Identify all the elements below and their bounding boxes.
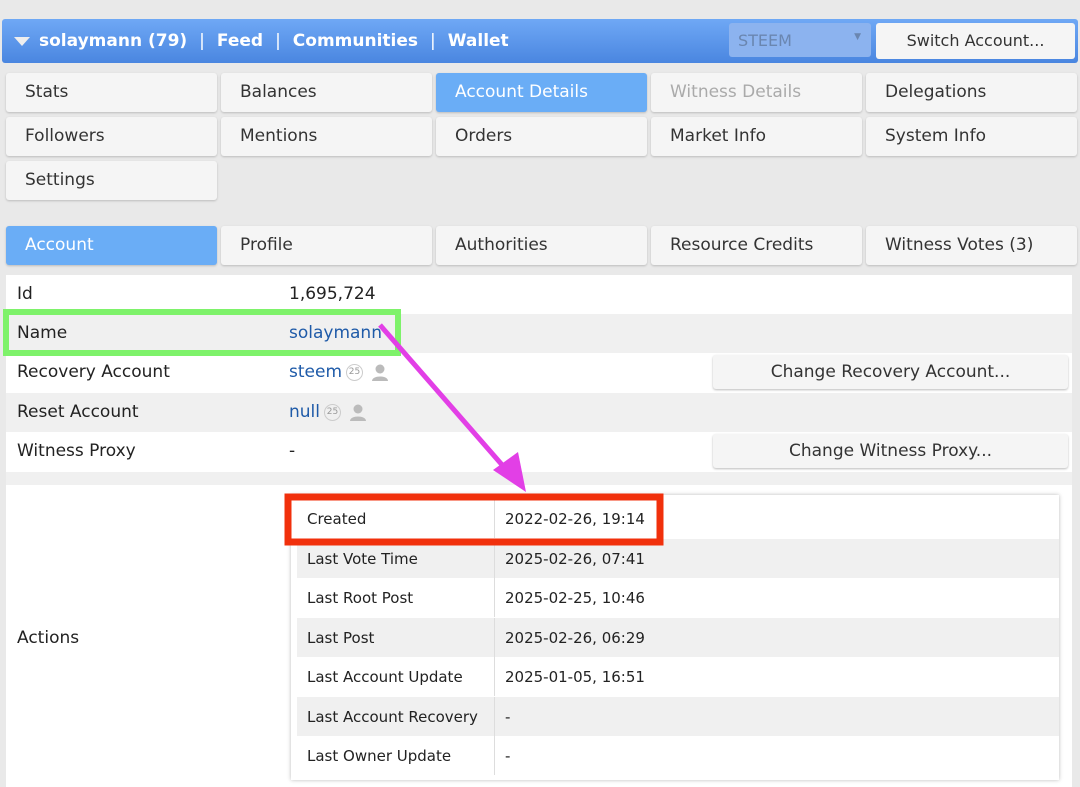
divider bbox=[494, 696, 495, 736]
nav-market-info[interactable]: Market Info bbox=[651, 117, 862, 156]
action-label: Last Post bbox=[307, 628, 375, 647]
user-icon bbox=[350, 404, 366, 421]
top-bar: solaymann (79) | Feed | Communities | Walle… bbox=[2, 19, 1078, 63]
action-value: 2025-02-25, 10:46 bbox=[505, 589, 645, 607]
nav-balances[interactable]: Balances bbox=[221, 73, 432, 112]
reset-account-link[interactable]: null bbox=[289, 402, 320, 422]
account-details-table: Id 1,695,724 Name solaymann Recovery Accou… bbox=[6, 275, 1072, 787]
nav-account-details[interactable]: Account Details bbox=[436, 73, 647, 112]
actions-row: Last Account Update 2025-01-05, 16:51 bbox=[297, 657, 1059, 696]
action-label: Last Vote Time bbox=[307, 549, 418, 568]
action-value: - bbox=[505, 707, 511, 726]
action-value: 2025-02-26, 06:29 bbox=[505, 628, 645, 647]
actions-row: Created 2022-02-26, 19:14 bbox=[297, 499, 1059, 538]
communities-link[interactable]: Communities bbox=[293, 31, 418, 51]
nav-followers[interactable]: Followers bbox=[6, 117, 217, 156]
account-link[interactable]: solaymann (79) bbox=[39, 31, 187, 51]
action-value: 2025-01-05, 16:51 bbox=[505, 668, 645, 686]
actions-row: Last Root Post 2025-02-25, 10:46 bbox=[297, 578, 1059, 617]
chevron-down-icon: ▼ bbox=[854, 32, 861, 42]
nav-delegations[interactable]: Delegations bbox=[866, 73, 1077, 112]
label: Witness Proxy bbox=[17, 441, 136, 461]
switch-account-button[interactable]: Switch Account... bbox=[876, 23, 1075, 59]
feed-link[interactable]: Feed bbox=[217, 31, 263, 51]
actions-table: Created 2022-02-26, 19:14 Last Vote Time 20… bbox=[291, 495, 1059, 780]
value: - bbox=[289, 441, 296, 461]
label: Reset Account bbox=[17, 402, 139, 422]
divider bbox=[494, 617, 495, 657]
wallet-link[interactable]: Wallet bbox=[448, 31, 509, 51]
label: Actions bbox=[17, 628, 80, 648]
change-recovery-account-button[interactable]: Change Recovery Account... bbox=[713, 355, 1068, 389]
action-value: 2022-02-26, 19:14 bbox=[505, 510, 645, 528]
row-recovery: Recovery Account steem 25 Change Recovery… bbox=[6, 353, 1072, 393]
row-name: Name solaymann bbox=[6, 314, 1072, 353]
tab-profile[interactable]: Profile bbox=[221, 226, 432, 265]
actions-row: Last Post 2025-02-26, 06:29 bbox=[297, 617, 1059, 657]
action-label: Created bbox=[307, 510, 367, 528]
nav-system-info[interactable]: System Info bbox=[866, 117, 1077, 156]
label: Id bbox=[17, 284, 33, 304]
nav-stats[interactable]: Stats bbox=[6, 73, 217, 112]
label: Recovery Account bbox=[17, 362, 170, 382]
nav-mentions[interactable]: Mentions bbox=[221, 117, 432, 156]
row-id: Id 1,695,724 bbox=[6, 275, 1072, 314]
dropdown-triangle-icon[interactable] bbox=[14, 36, 30, 46]
row-reset: Reset Account null 25 bbox=[6, 393, 1072, 432]
reputation-badge: 25 bbox=[346, 363, 364, 381]
reputation-badge: 25 bbox=[324, 403, 341, 421]
action-label: Last Account Update bbox=[307, 668, 463, 686]
change-witness-proxy-button[interactable]: Change Witness Proxy... bbox=[713, 434, 1068, 468]
nav-witness-details[interactable]: Witness Details bbox=[651, 73, 862, 112]
value: 1,695,724 bbox=[289, 284, 376, 304]
name-link[interactable]: solaymann bbox=[289, 323, 382, 343]
label: Name bbox=[17, 323, 68, 343]
actions-row: Last Vote Time 2025-02-26, 07:41 bbox=[297, 538, 1059, 578]
row-witness-proxy: Witness Proxy - Change Witness Proxy... bbox=[6, 432, 1072, 472]
tab-account[interactable]: Account bbox=[6, 226, 217, 265]
divider bbox=[494, 578, 495, 617]
action-label: Last Account Recovery bbox=[307, 707, 478, 726]
chain-select-value: STEEM bbox=[738, 31, 792, 50]
tab-resource-credits[interactable]: Resource Credits bbox=[651, 226, 862, 265]
divider bbox=[494, 657, 495, 696]
chain-select[interactable]: STEEM ▼ bbox=[729, 23, 871, 57]
recovery-account-link[interactable]: steem bbox=[289, 362, 342, 382]
nav-orders[interactable]: Orders bbox=[436, 117, 647, 156]
nav-settings[interactable]: Settings bbox=[6, 161, 217, 200]
actions-row: Last Account Recovery - bbox=[297, 696, 1059, 736]
tab-witness-votes-[interactable]: Witness Votes (3) bbox=[866, 226, 1077, 265]
spacer-row bbox=[6, 472, 1072, 485]
action-value: 2025-02-26, 07:41 bbox=[505, 549, 645, 568]
divider bbox=[494, 736, 495, 775]
action-label: Last Owner Update bbox=[307, 747, 452, 765]
action-value: - bbox=[505, 747, 511, 765]
actions-row: Last Owner Update - bbox=[297, 736, 1059, 775]
action-label: Last Root Post bbox=[307, 589, 414, 607]
divider bbox=[494, 499, 495, 538]
user-icon bbox=[372, 364, 389, 381]
tab-authorities[interactable]: Authorities bbox=[436, 226, 647, 265]
divider bbox=[494, 538, 495, 578]
